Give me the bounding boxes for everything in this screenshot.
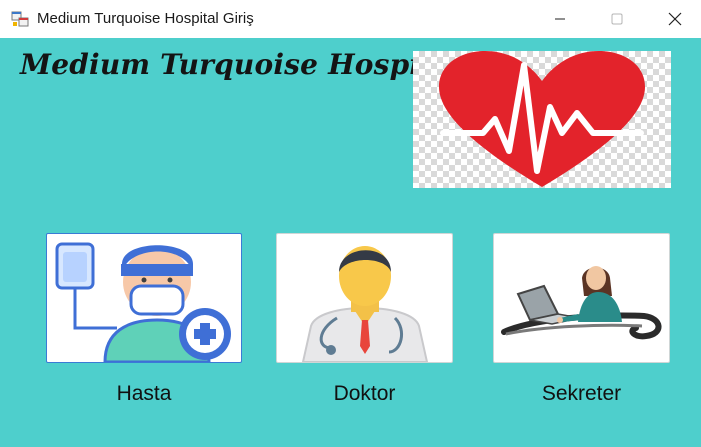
close-button[interactable] (652, 0, 698, 38)
close-icon (668, 12, 682, 26)
secretary-label: Sekreter (541, 382, 622, 405)
doctor-icon (301, 246, 429, 362)
heart-pulse-icon (439, 51, 645, 187)
maximize-icon (611, 13, 623, 25)
hero-image (413, 51, 671, 188)
maximize-button[interactable] (594, 0, 640, 38)
hospital-name-heading: Medium Turquoise Hospital (20, 48, 463, 81)
doctor-button[interactable] (276, 233, 453, 363)
app-window: Medium Turquoise Hospital Giriş Medium T… (0, 0, 701, 447)
title-bar[interactable]: Medium Turquoise Hospital Giriş (0, 0, 701, 38)
app-window-icon (11, 11, 29, 27)
secretary-icon (501, 266, 662, 340)
secretary-button[interactable] (493, 233, 670, 363)
minimize-button[interactable] (537, 0, 583, 38)
patient-button[interactable] (46, 233, 242, 363)
patient-icon (55, 242, 231, 362)
patient-label: Hasta (116, 382, 172, 405)
minimize-icon (555, 18, 565, 20)
doctor-label: Doktor (333, 382, 396, 405)
window-title: Medium Turquoise Hospital Giriş (37, 10, 254, 27)
